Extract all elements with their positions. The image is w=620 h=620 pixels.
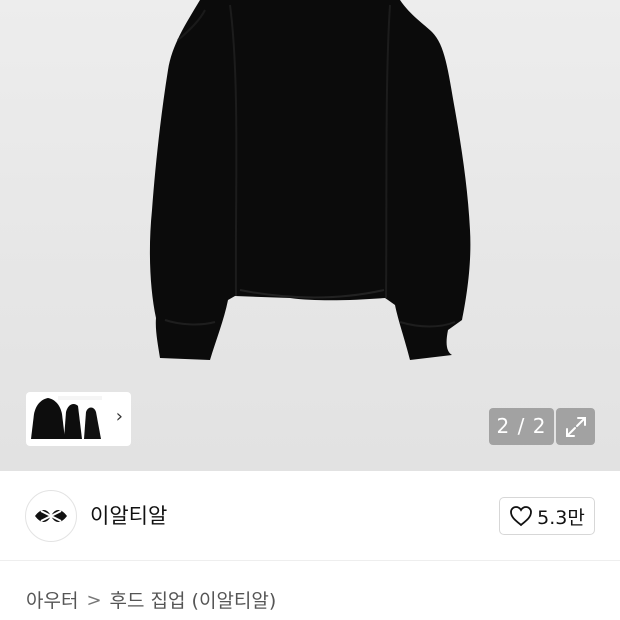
seller-row: 이알티알 5.3만: [0, 471, 620, 561]
breadcrumb: 아우터 > 후드 집업 (이알티알): [26, 588, 276, 614]
expand-icon: [565, 416, 586, 437]
breadcrumb-category-hood-zipup[interactable]: 후드 집업 (이알티알): [110, 588, 277, 614]
image-counter: 2 / 2: [489, 408, 554, 445]
product-image-gallery[interactable]: › 2 / 2: [0, 0, 620, 471]
thumbnail-strip[interactable]: ›: [26, 392, 131, 446]
brand-logo-icon: [35, 510, 67, 522]
expand-button[interactable]: [556, 408, 595, 445]
seller-avatar[interactable]: [25, 490, 77, 542]
chevron-right-icon[interactable]: ›: [116, 407, 123, 427]
like-button[interactable]: 5.3만: [499, 497, 595, 535]
heart-outline-icon: [510, 506, 533, 527]
product-thumbnail: [31, 396, 102, 439]
chevron-right-icon: >: [86, 590, 102, 611]
like-count: 5.3만: [537, 506, 585, 529]
seller-name[interactable]: 이알티알: [90, 502, 167, 530]
breadcrumb-category-outer[interactable]: 아우터: [26, 588, 78, 614]
